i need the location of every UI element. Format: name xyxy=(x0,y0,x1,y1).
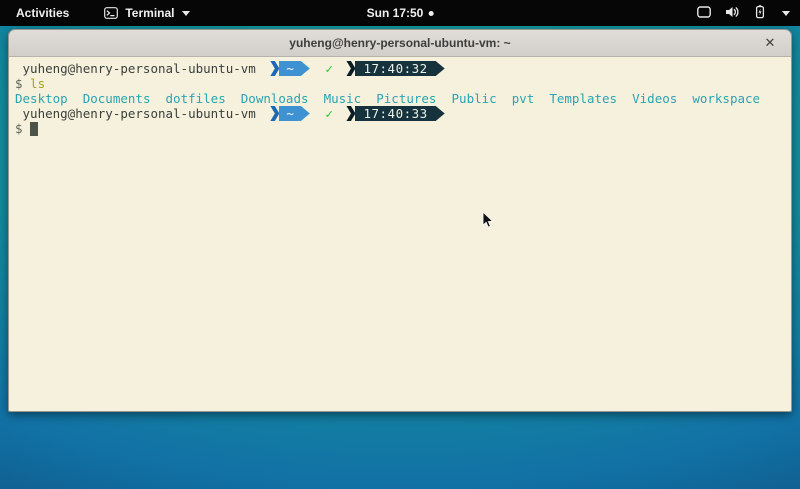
system-status-area[interactable] xyxy=(696,0,790,26)
window-titlebar[interactable]: yuheng@henry-personal-ubuntu-vm: ~ ✕ xyxy=(9,30,791,57)
display-icon xyxy=(696,4,712,23)
command-line: $ ls xyxy=(15,76,783,91)
powerline-arrow-icon xyxy=(436,61,445,76)
command-text: ls xyxy=(30,76,45,91)
close-button[interactable]: ✕ xyxy=(761,34,779,52)
powerline-arrow-icon xyxy=(301,61,310,76)
mouse-cursor-icon xyxy=(482,211,494,229)
powerline-separator-icon xyxy=(270,106,279,121)
directory-entry: pvt xyxy=(512,91,535,106)
prompt-cwd: ~ xyxy=(279,61,301,76)
battery-charging-icon xyxy=(752,4,768,23)
directory-entry: Downloads xyxy=(241,91,309,106)
prompt-time: 17:40:32 xyxy=(355,61,435,76)
prompt-line: yuheng@henry-personal-ubuntu-vm ~ ✓ 17:4… xyxy=(15,106,783,121)
directory-entry: workspace xyxy=(692,91,760,106)
prompt-char: $ xyxy=(15,121,23,136)
terminal-app-icon xyxy=(103,5,119,21)
directory-entry: Documents xyxy=(83,91,151,106)
prompt-line: yuheng@henry-personal-ubuntu-vm ~ ✓ 17:4… xyxy=(15,61,783,76)
status-check-icon: ✓ xyxy=(325,106,333,121)
powerline-separator-icon xyxy=(346,61,355,76)
powerline-separator-icon xyxy=(346,106,355,121)
ls-output-line: Desktop Documents dotfiles Downloads Music Pi… xyxy=(15,91,783,106)
activities-button[interactable]: Activities xyxy=(10,4,75,22)
prompt-char: $ xyxy=(15,76,23,91)
prompt-time: 17:40:33 xyxy=(355,106,435,121)
directory-entry: Templates xyxy=(549,91,617,106)
clock-label: Sun 17:50 xyxy=(367,6,424,20)
powerline-arrow-icon xyxy=(301,106,310,121)
desktop: Activities Terminal Sun 17:50 xyxy=(0,0,800,489)
app-menu-label: Terminal xyxy=(125,6,174,20)
notification-dot-icon xyxy=(428,11,433,16)
directory-entry: Desktop xyxy=(15,91,68,106)
terminal-content[interactable]: yuheng@henry-personal-ubuntu-vm ~ ✓ 17:4… xyxy=(9,57,791,412)
top-bar: Activities Terminal Sun 17:50 xyxy=(0,0,800,26)
directory-entry: Pictures xyxy=(376,91,436,106)
terminal-cursor xyxy=(30,122,38,136)
clock-button[interactable]: Sun 17:50 xyxy=(367,6,434,20)
prompt-cwd: ~ xyxy=(279,106,301,121)
command-line-active[interactable]: $ xyxy=(15,121,783,136)
chevron-down-icon xyxy=(182,11,190,16)
chevron-down-icon xyxy=(782,11,790,16)
window-title: yuheng@henry-personal-ubuntu-vm: ~ xyxy=(289,36,510,50)
status-check-icon: ✓ xyxy=(325,61,333,76)
app-menu-terminal[interactable]: Terminal xyxy=(103,5,190,21)
directory-entry: dotfiles xyxy=(166,91,226,106)
powerline-separator-icon xyxy=(270,61,279,76)
prompt-user: yuheng@henry-personal-ubuntu-vm xyxy=(15,61,256,76)
powerline-arrow-icon xyxy=(436,106,445,121)
directory-entry: Public xyxy=(452,91,497,106)
prompt-user: yuheng@henry-personal-ubuntu-vm xyxy=(15,106,256,121)
directory-entry: Videos xyxy=(632,91,677,106)
volume-icon xyxy=(724,4,740,23)
terminal-window: yuheng@henry-personal-ubuntu-vm: ~ ✕ yuh… xyxy=(8,29,792,412)
directory-entry: Music xyxy=(324,91,362,106)
